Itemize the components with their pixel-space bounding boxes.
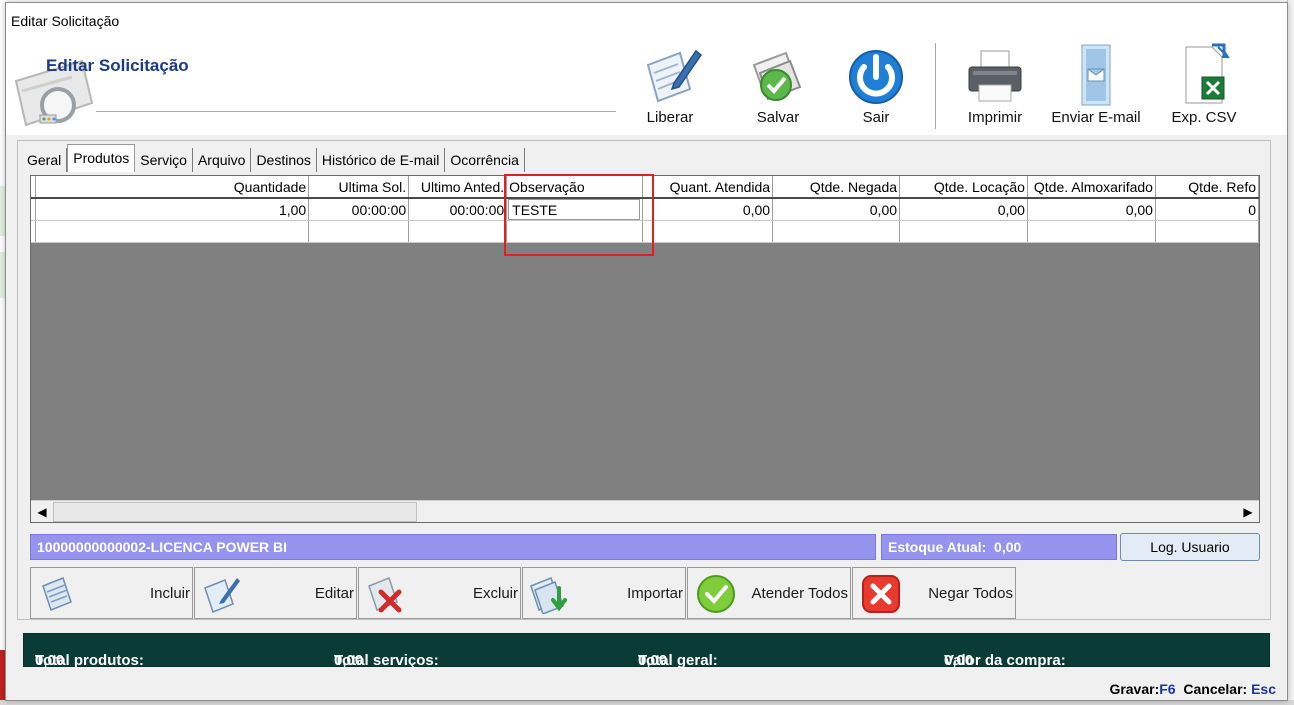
column-header[interactable]: Qtde. Almoxarifado xyxy=(1027,176,1156,199)
toolbar-separator xyxy=(935,43,936,129)
selected-product-bar: 10000000000002-LICENCA POWER BI xyxy=(30,534,876,560)
importar-label: Importar xyxy=(627,585,683,602)
sair-button[interactable]: Sair xyxy=(841,39,911,135)
imprimir-button[interactable]: Imprimir xyxy=(954,39,1036,135)
empty-cell[interactable] xyxy=(1027,220,1156,243)
empty-cell[interactable] xyxy=(642,220,774,243)
background-app-edge-right xyxy=(1287,0,1294,705)
salvar-button[interactable]: Salvar xyxy=(740,39,816,135)
document-add-icon xyxy=(42,577,72,611)
total-geral-value: 0,00 xyxy=(638,652,668,669)
column-header[interactable]: Quantidade xyxy=(35,176,310,199)
exp-csv-button[interactable]: Exp. CSV xyxy=(1164,39,1244,135)
stock-value: 0,00 xyxy=(994,539,1022,555)
imprimir-label: Imprimir xyxy=(967,109,1023,126)
editar-button[interactable]: Editar xyxy=(194,567,357,619)
tab-arquivo[interactable]: Arquivo xyxy=(192,148,252,172)
tab-ocorrencia[interactable]: Ocorrência xyxy=(445,148,525,172)
negar-todos-button[interactable]: Negar Todos xyxy=(852,567,1016,619)
tab-servico[interactable]: Serviço xyxy=(135,148,193,172)
cell-quantidade[interactable]: 1,00 xyxy=(35,198,310,221)
cell-qtde-almoxarifado[interactable]: 0,00 xyxy=(1027,198,1156,221)
scroll-left-icon[interactable]: ◀ xyxy=(32,502,52,522)
cell-qtde-locacao[interactable]: 0,00 xyxy=(899,198,1028,221)
window-title: Editar Solicitação xyxy=(11,13,120,29)
stock-bar: Estoque Atual: 0,00 xyxy=(881,534,1117,560)
horizontal-scrollbar[interactable]: ◀ ▶ xyxy=(31,500,1259,522)
log-usuario-button[interactable]: Log. Usuario xyxy=(1120,533,1260,561)
empty-cell[interactable] xyxy=(35,220,310,243)
cell-ultima-sol[interactable]: 00:00:00 xyxy=(308,198,410,221)
enviar-email-label: Enviar E-mail xyxy=(1051,109,1141,126)
column-header[interactable]: Quant. Atendida xyxy=(642,176,774,199)
liberar-button[interactable]: Liberar xyxy=(632,39,708,135)
tab-historico-email[interactable]: Histórico de E-mail xyxy=(316,148,446,172)
cell-qtde-negada[interactable]: 0,00 xyxy=(772,198,901,221)
totals-bar: Total produtos: 0,00 Total serviços: 0,0… xyxy=(23,633,1270,669)
tab-strip: Geral Produtos Serviço Arquivo Destinos … xyxy=(22,144,525,172)
salvar-label: Salvar xyxy=(756,109,800,126)
editar-label: Editar xyxy=(314,585,354,602)
tab-geral[interactable]: Geral xyxy=(22,148,68,172)
total-produtos-value: 0,00 xyxy=(35,652,65,669)
incluir-button[interactable]: Incluir xyxy=(30,567,193,619)
empty-cell[interactable] xyxy=(772,220,901,243)
cancelar-key: Esc xyxy=(1251,681,1276,697)
header-divider xyxy=(96,111,616,112)
cell-qtde-refo[interactable]: 0 xyxy=(1155,198,1259,221)
valor-compra-value: 0,00 xyxy=(944,652,974,669)
column-header[interactable]: Ultima Sol. xyxy=(308,176,410,199)
dialog-header: Editar Solicitação Liberar Salvar Sair I… xyxy=(6,39,1287,135)
sair-label: Sair xyxy=(862,109,890,126)
excluir-button[interactable]: Excluir xyxy=(358,567,521,619)
empty-cell[interactable] xyxy=(899,220,1028,243)
tab-produtos[interactable]: Produtos xyxy=(67,144,136,172)
empty-cell[interactable] xyxy=(408,220,508,243)
save-check-icon xyxy=(752,51,802,101)
column-header[interactable]: Qtde. Refo xyxy=(1155,176,1259,199)
title-bar: Editar Solicitação xyxy=(6,3,1287,39)
empty-cell[interactable] xyxy=(308,220,410,243)
stock-label: Estoque Atual: xyxy=(888,539,987,555)
printer-icon xyxy=(968,50,1022,102)
gravar-label: Gravar: xyxy=(1109,681,1160,697)
observacao-highlight-box xyxy=(504,174,654,256)
edit-icon xyxy=(204,578,240,613)
check-circle-icon xyxy=(697,575,735,613)
atender-todos-button[interactable]: Atender Todos xyxy=(687,567,851,619)
column-header[interactable]: Qtde. Negada xyxy=(772,176,901,199)
power-icon xyxy=(849,50,903,104)
email-icon xyxy=(1081,44,1111,106)
incluir-label: Incluir xyxy=(149,585,190,602)
import-icon xyxy=(530,577,567,614)
excel-export-icon xyxy=(1185,43,1230,104)
liberar-label: Liberar xyxy=(646,109,694,126)
excluir-label: Excluir xyxy=(472,585,518,602)
importar-button[interactable]: Importar xyxy=(522,567,686,619)
empty-cell[interactable] xyxy=(1155,220,1259,243)
column-header[interactable]: Qtde. Locação xyxy=(899,176,1028,199)
cell-quant-atendida[interactable]: 0,00 xyxy=(642,198,774,221)
cell-ultimo-anted[interactable]: 00:00:00 xyxy=(408,198,508,221)
cancelar-label: Cancelar: xyxy=(1183,681,1248,697)
edit-document-icon xyxy=(646,49,702,103)
total-servicos-value: 0,00 xyxy=(334,652,364,669)
delete-icon xyxy=(368,577,402,613)
scroll-right-icon[interactable]: ▶ xyxy=(1238,502,1258,522)
gravar-key: F6 xyxy=(1159,681,1176,697)
atender-todos-label: Atender Todos xyxy=(751,585,848,602)
tab-destinos[interactable]: Destinos xyxy=(251,148,317,172)
enviar-email-button[interactable]: Enviar E-mail xyxy=(1046,39,1146,135)
exp-csv-label: Exp. CSV xyxy=(1171,109,1237,126)
negar-todos-label: Negar Todos xyxy=(928,585,1013,602)
page-title: Editar Solicitação xyxy=(46,56,189,75)
scrollbar-thumb[interactable] xyxy=(53,502,417,522)
close-square-icon xyxy=(862,575,900,613)
keyboard-shortcuts: Gravar:F6 Cancelar: Esc xyxy=(1109,681,1276,697)
column-header[interactable]: Ultimo Anted. xyxy=(408,176,508,199)
